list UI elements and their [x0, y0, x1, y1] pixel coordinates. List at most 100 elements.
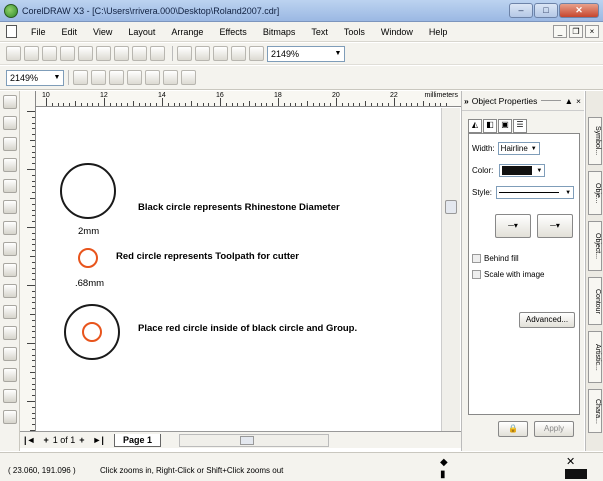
text-red-circle[interactable]: Red circle represents Toolpath for cutte…	[116, 251, 299, 262]
docker-close-icon[interactable]: ×	[576, 96, 581, 106]
pick-tool-icon[interactable]	[3, 95, 17, 109]
menu-tools[interactable]: Tools	[336, 27, 373, 37]
zoom-combo[interactable]: 2149% ▼	[6, 69, 64, 86]
rectangle-tool-icon[interactable]	[3, 221, 17, 235]
horizontal-ruler[interactable]: 10 12 14 16 18 20 22 millimeters	[36, 91, 461, 107]
doc-close-button[interactable]: ×	[585, 25, 599, 38]
menu-view[interactable]: View	[85, 27, 120, 37]
side-tab-character[interactable]: Chara...	[588, 389, 602, 433]
scale-with-image-checkbox[interactable]	[472, 270, 481, 279]
text-black-circle[interactable]: Black circle represents Rhinestone Diame…	[138, 202, 340, 213]
red-circle[interactable]	[78, 248, 98, 268]
doc-restore-button[interactable]: ❐	[569, 25, 583, 38]
import-icon[interactable]	[177, 46, 192, 61]
text-group-instruction[interactable]: Place red circle inside of black circle …	[138, 323, 357, 334]
maximize-button[interactable]: □	[534, 3, 558, 18]
line-style-combo[interactable]: ▼	[496, 186, 575, 199]
coreldraw-app-icon[interactable]	[4, 3, 18, 18]
doc-minimize-button[interactable]: _	[553, 25, 567, 38]
freehand-tool-icon[interactable]	[3, 179, 17, 193]
vertical-ruler[interactable]	[20, 91, 36, 443]
menu-text[interactable]: Text	[303, 27, 336, 37]
first-page-button[interactable]: |◄	[20, 435, 39, 445]
menu-bitmaps[interactable]: Bitmaps	[255, 27, 304, 37]
label-068mm[interactable]: .68mm	[75, 278, 104, 289]
red-circle-grouped[interactable]	[82, 322, 102, 342]
menu-help[interactable]: Help	[421, 27, 456, 37]
zoom-page-icon[interactable]	[145, 70, 160, 85]
zoom-selected-icon[interactable]	[109, 70, 124, 85]
add-page-before-button[interactable]: +	[39, 435, 52, 445]
docker-collapse-icon[interactable]: ▲	[565, 96, 573, 106]
document-icon[interactable]	[6, 25, 17, 38]
zoom-width-icon[interactable]	[163, 70, 178, 85]
zoom-out-icon[interactable]	[91, 70, 106, 85]
redo-icon[interactable]	[150, 46, 165, 61]
side-tab-artistic[interactable]: Artistic...	[588, 331, 602, 383]
horizontal-scrollbar[interactable]	[178, 433, 329, 447]
horizontal-scroll-thumb[interactable]	[239, 435, 254, 445]
export-icon[interactable]	[195, 46, 210, 61]
menu-arrange[interactable]: Arrange	[163, 27, 211, 37]
paste-icon[interactable]	[114, 46, 129, 61]
vertical-scrollbar[interactable]	[441, 108, 460, 431]
outline-tab-icon[interactable]: ◧	[483, 119, 497, 133]
interactive-blend-tool-icon[interactable]	[3, 326, 17, 340]
fill-tool-icon[interactable]	[3, 389, 17, 403]
corel-online-icon[interactable]	[249, 46, 264, 61]
zoom-all-objects-icon[interactable]	[127, 70, 142, 85]
welcome-screen-icon[interactable]	[231, 46, 246, 61]
interactive-fill-tool-icon[interactable]	[3, 410, 17, 424]
last-page-button[interactable]: ►|	[89, 435, 108, 445]
app-launcher-icon[interactable]	[213, 46, 228, 61]
fill-tab-icon[interactable]: ◭	[468, 119, 482, 133]
zoom-levels-combo[interactable]: 2149% ▼	[267, 45, 345, 62]
side-tab-contour[interactable]: Contour	[588, 277, 602, 325]
shape-tool-icon[interactable]	[3, 116, 17, 130]
width-combo[interactable]: Hairline ▼	[497, 142, 540, 155]
new-icon[interactable]	[6, 46, 21, 61]
print-icon[interactable]	[60, 46, 75, 61]
side-tab-object-properties[interactable]: Object...	[588, 221, 602, 271]
add-page-after-button[interactable]: +	[75, 435, 88, 445]
menu-window[interactable]: Window	[373, 27, 421, 37]
page-tab[interactable]: Page 1	[113, 433, 161, 447]
undo-icon[interactable]	[132, 46, 147, 61]
zoom-tool-icon[interactable]	[3, 158, 17, 172]
apply-button[interactable]: Apply	[534, 421, 574, 437]
behind-fill-checkbox[interactable]	[472, 254, 481, 263]
lock-icon[interactable]: 🔒	[498, 421, 528, 437]
save-icon[interactable]	[42, 46, 57, 61]
text-tool-icon[interactable]	[3, 305, 17, 319]
internet-tab-icon[interactable]: ☰	[513, 119, 527, 133]
close-button[interactable]: ✕	[559, 3, 599, 18]
vertical-scroll-thumb[interactable]	[445, 200, 457, 214]
menu-effects[interactable]: Effects	[211, 27, 254, 37]
black-circle[interactable]	[60, 163, 116, 219]
side-tab-symbol[interactable]: Symbol...	[588, 117, 602, 165]
side-tab-object-manager[interactable]: Obje...	[588, 171, 602, 215]
eyedropper-tool-icon[interactable]	[3, 347, 17, 361]
cut-icon[interactable]	[78, 46, 93, 61]
smart-fill-tool-icon[interactable]	[3, 200, 17, 214]
fill-indicator-icon[interactable]: ◆	[440, 457, 448, 468]
label-2mm[interactable]: 2mm	[78, 226, 99, 237]
end-arrowhead-button[interactable]: ─▾	[537, 214, 573, 238]
ellipse-tool-icon[interactable]	[3, 242, 17, 256]
zoom-height-icon[interactable]	[181, 70, 196, 85]
outline-indicator-icon[interactable]: ▮	[440, 469, 446, 480]
outline-tool-icon[interactable]	[3, 368, 17, 382]
open-icon[interactable]	[24, 46, 39, 61]
docker-arrows-icon[interactable]: »	[464, 96, 469, 106]
copy-icon[interactable]	[96, 46, 111, 61]
menu-layout[interactable]: Layout	[120, 27, 163, 37]
advanced-button[interactable]: Advanced...	[519, 312, 575, 328]
general-tab-icon[interactable]: ▣	[498, 119, 512, 133]
start-arrowhead-button[interactable]: ─▾	[495, 214, 531, 238]
menu-edit[interactable]: Edit	[54, 27, 86, 37]
drawing-canvas[interactable]: Black circle represents Rhinestone Diame…	[37, 108, 441, 431]
basic-shapes-tool-icon[interactable]	[3, 284, 17, 298]
polygon-tool-icon[interactable]	[3, 263, 17, 277]
menu-file[interactable]: File	[23, 27, 54, 37]
outline-color-picker[interactable]: ▼	[499, 164, 546, 177]
